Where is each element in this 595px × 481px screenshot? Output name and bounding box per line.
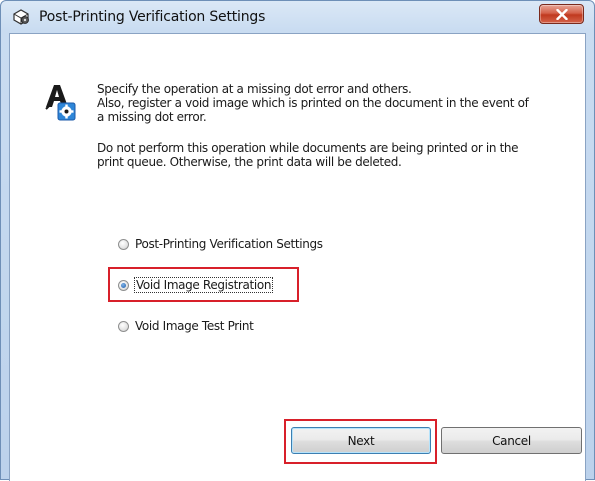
close-button[interactable]	[539, 4, 584, 24]
close-icon	[556, 9, 568, 20]
radio-button[interactable]	[118, 238, 129, 250]
instruction-line: Specify the operation at a missing dot e…	[97, 82, 412, 96]
instruction-line: a missing dot error.	[97, 110, 207, 124]
instructions-text: Specify the operation at a missing dot e…	[97, 82, 567, 169]
warning-line: Do not perform this operation while docu…	[97, 141, 519, 155]
radio-label: Void Image Test Print	[135, 319, 254, 333]
title-bar[interactable]: Post-Printing Verification Settings	[1, 1, 594, 33]
cancel-button[interactable]: Cancel	[441, 427, 582, 454]
highlight-box	[108, 267, 299, 302]
settings-app-icon	[45, 85, 76, 121]
radio-post-printing-verification[interactable]: Post-Printing Verification Settings	[118, 235, 323, 253]
radio-button[interactable]	[118, 320, 129, 332]
radio-label: Post-Printing Verification Settings	[135, 237, 323, 251]
window-title: Post-Printing Verification Settings	[39, 9, 266, 25]
printer-gear-icon	[13, 9, 29, 25]
radio-void-image-test-print[interactable]: Void Image Test Print	[118, 317, 254, 335]
highlight-box	[284, 419, 437, 464]
instruction-line: Also, register a void image which is pri…	[97, 96, 529, 110]
warning-line: print queue. Otherwise, the print data w…	[97, 155, 402, 169]
